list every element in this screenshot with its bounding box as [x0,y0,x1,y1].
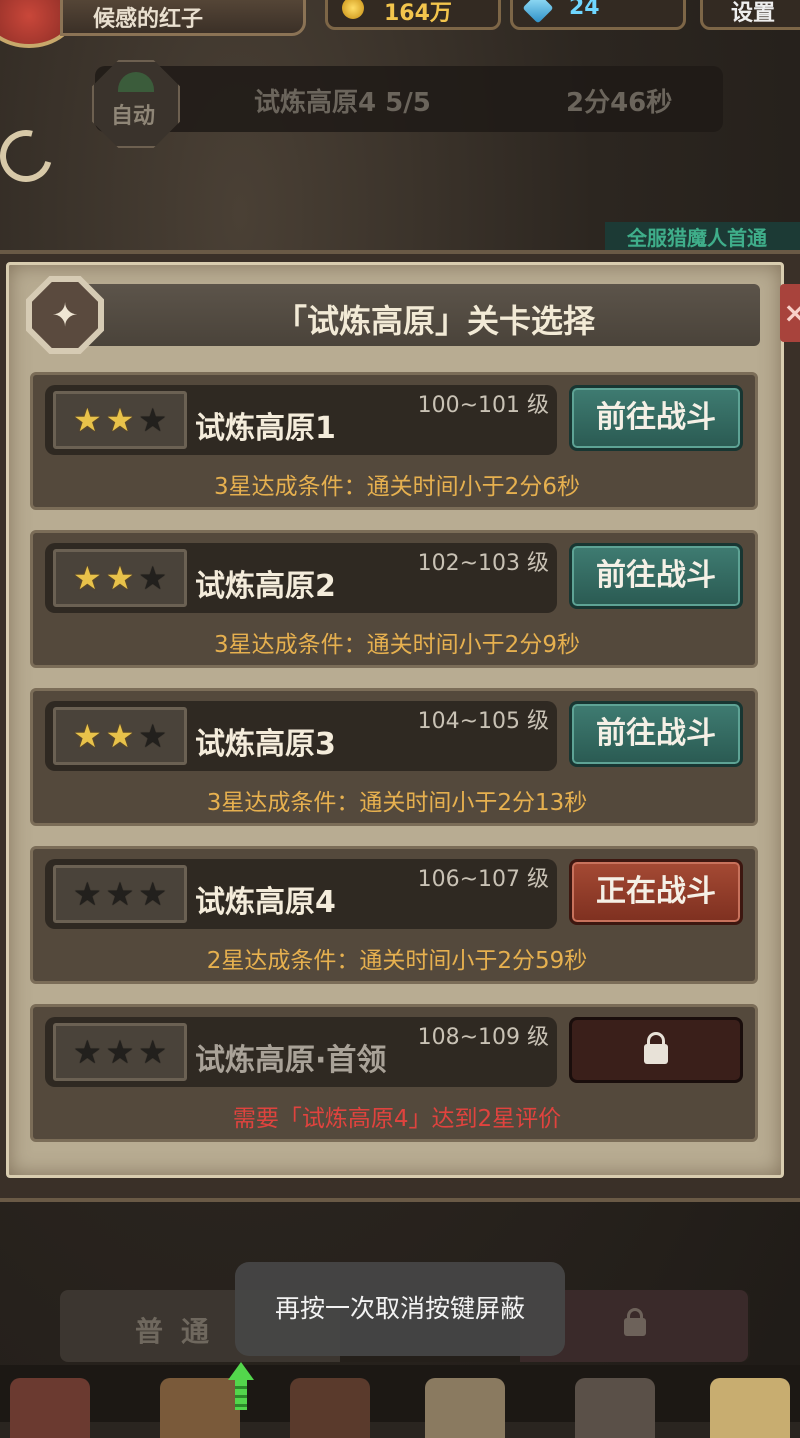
nav-hero-icon[interactable] [10,1378,90,1438]
bottom-nav [0,1365,800,1422]
star-filled-icon: ★ [105,559,135,597]
server-banner: 全服猎魔人首通 [605,222,800,250]
star-empty-icon: ★ [138,875,168,913]
close-button[interactable]: × [780,284,800,342]
star-empty-icon: ★ [105,1033,135,1071]
gem-icon [522,0,554,24]
stage-name: 试炼高原1 [195,411,336,446]
auto-stage-progress: 试炼高原4 5/5 [254,88,431,118]
go-to-battle-button[interactable]: 前往战斗 [569,543,743,609]
locked-stage-button[interactable] [569,1017,743,1083]
stage-info-panel: ★ ★ ★ 试炼高原2 102~103 级 [45,543,557,613]
stage-card-2: ★ ★ ★ 试炼高原2 102~103 级 前往战斗 3星达成条件：通关时间小于2分… [30,530,758,668]
star-empty-icon: ★ [72,875,102,913]
player-name: 候感的红子 [93,7,204,32]
stage-info-panel: ★ ★ ★ 试炼高原·首领 108~109 级 [45,1017,557,1087]
nav-map-icon[interactable] [710,1378,790,1438]
lock-icon [624,1308,646,1336]
gem-counter[interactable]: 24 [510,0,686,30]
star-rating: ★ ★ ★ [53,549,187,607]
nav-castle-icon[interactable] [575,1378,655,1438]
go-to-battle-button[interactable]: 前往战斗 [569,701,743,767]
go-to-battle-button[interactable]: 前往战斗 [569,385,743,451]
stage-level: 102~103 级 [417,551,549,576]
auto-timer: 2分46秒 [566,88,673,118]
stage-info-panel: ★ ★ ★ 试炼高原1 100~101 级 [45,385,557,455]
star-empty-icon: ★ [138,1033,168,1071]
auto-indicator-icon [118,72,154,92]
gold-coin-icon [342,0,364,19]
nav-scroll-icon[interactable] [425,1378,505,1438]
stage-name: 试炼高原·首领 [195,1043,387,1078]
settings-label: 设置 [731,1,776,26]
star-rating: ★ ★ ★ [53,391,187,449]
stage-level: 104~105 级 [417,709,549,734]
nav-bag-icon[interactable] [290,1378,370,1438]
tab-normal-label: 普通 [135,1315,228,1348]
gold-counter[interactable]: 164万 [325,0,501,30]
stage-name: 试炼高原2 [195,569,336,604]
gem-value: 24 [569,0,600,20]
stage-card-1: ★ ★ ★ 试炼高原1 100~101 级 前往战斗 3星达成条件：通关时间小于2分… [30,372,758,510]
stage-condition: 3星达成条件：通关时间小于2分13秒 [206,790,588,816]
stage-name: 试炼高原3 [195,727,336,762]
upgrade-arrow-icon [228,1362,254,1412]
stage-card-boss: ★ ★ ★ 试炼高原·首领 108~109 级 需要「试炼高原4」达到2星评价 [30,1004,758,1142]
stage-condition: 3星达成条件：通关时间小于2分9秒 [214,632,580,658]
star-filled-icon: ★ [72,717,102,755]
star-filled-icon: ★ [105,401,135,439]
stage-unlock-condition: 需要「试炼高原4」达到2星评价 [232,1106,562,1132]
star-filled-icon: ★ [105,717,135,755]
stage-info-panel: ★ ★ ★ 试炼高原3 104~105 级 [45,701,557,771]
stage-info-panel: ★ ★ ★ 试炼高原4 106~107 级 [45,859,557,929]
stage-name: 试炼高原4 [195,885,336,920]
stage-level: 100~101 级 [417,393,549,418]
star-rating: ★ ★ ★ [53,1023,187,1081]
scroll-decoration [0,40,60,180]
star-rating: ★ ★ ★ [53,865,187,923]
star-filled-icon: ★ [72,559,102,597]
stage-card-3: ★ ★ ★ 试炼高原3 104~105 级 前往战斗 3星达成条件：通关时间小于2分… [30,688,758,826]
star-empty-icon: ★ [72,1033,102,1071]
stage-level: 106~107 级 [417,867,549,892]
star-empty-icon: ★ [105,875,135,913]
settings-button[interactable]: 设置 [700,0,800,30]
auto-label: 自动 [111,104,156,129]
star-rating: ★ ★ ★ [53,707,187,765]
star-empty-icon: ★ [138,401,168,439]
modal-title: 「试炼高原」关卡选择 [274,302,595,340]
stage-condition: 2星达成条件：通关时间小于2分59秒 [206,948,588,974]
star-empty-icon: ★ [138,717,168,755]
stage-level: 108~109 级 [417,1025,549,1050]
in-battle-button[interactable]: 正在战斗 [569,859,743,925]
gold-value: 164万 [384,1,452,26]
star-filled-icon: ★ [72,401,102,439]
stage-condition: 3星达成条件：通关时间小于2分6秒 [214,474,580,500]
lock-icon [644,1032,668,1064]
star-empty-icon: ★ [138,559,168,597]
top-bar: 候感的红子 164万 24 设置 [0,0,800,50]
stage-card-4: ★ ★ ★ 试炼高原4 106~107 级 正在战斗 2星达成条件：通关时间小于2分… [30,846,758,984]
toast-message: 再按一次取消按键屏蔽 [235,1262,565,1356]
player-name-plate: 候感的红子 [60,0,306,36]
